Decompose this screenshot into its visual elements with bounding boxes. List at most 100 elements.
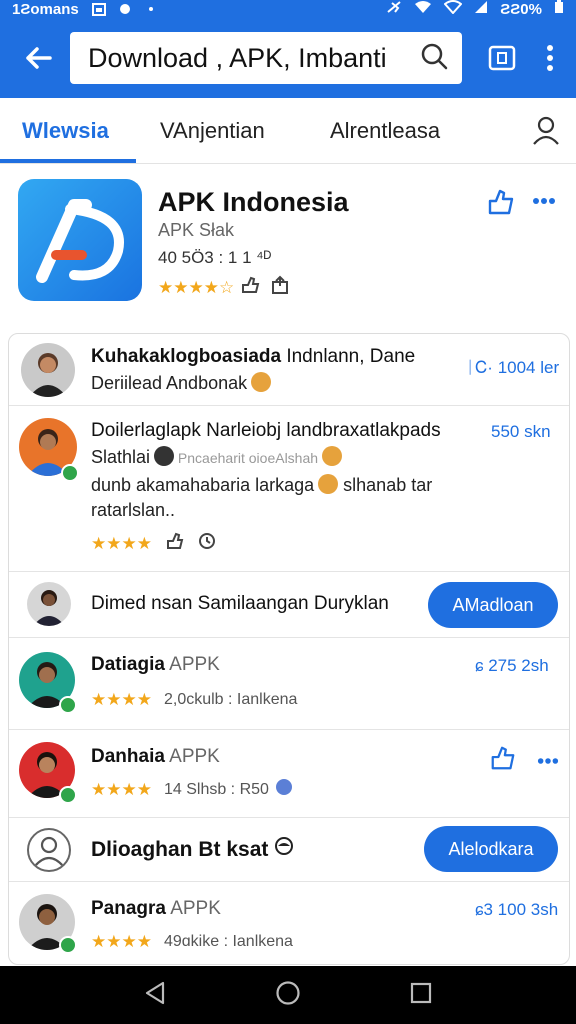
gallery-icon — [91, 2, 107, 16]
list-item[interactable]: Panagra APPK ɕ3 100 3sh ★★★★ 49ɑkike : I… — [9, 882, 569, 964]
globe-icon — [275, 778, 293, 801]
share-icon — [488, 189, 514, 215]
search-icon[interactable] — [420, 42, 448, 75]
back-nav-button[interactable] — [144, 981, 166, 1010]
emoji-icon — [274, 837, 294, 861]
action-button[interactable]: Alelodkara — [424, 826, 558, 872]
battery-icon — [554, 0, 564, 18]
row-meta-text: 49ɑkike : Ianlkena — [163, 933, 293, 950]
emoji-icon — [318, 474, 339, 494]
emoji-icon — [251, 372, 272, 392]
list-item[interactable]: Doilerlaglapk Narleiobj landbraxatlakpad… — [9, 406, 569, 572]
app-meta: 40 5Ö3 : 1 1 ⁴ᴰ — [158, 248, 272, 267]
more-vert-icon — [547, 45, 553, 71]
back-button[interactable] — [10, 30, 66, 86]
row-title: Kuhakaklogboasiada — [91, 346, 282, 367]
thumbs-icon — [240, 275, 260, 300]
avatar — [27, 582, 71, 626]
row-title: Dlioaghan Bt ksat — [91, 838, 269, 861]
app-rating: ★★★★☆ — [158, 275, 290, 300]
row-meta-text: 14 Slhsb : R50 — [163, 780, 269, 798]
row-line-3: dunb akamahabaria larkaga — [91, 475, 315, 495]
list-item[interactable]: Datiagia APPK ɕ 275 2sh ★★★★ 2,0ckulb : … — [9, 638, 569, 730]
account-icon[interactable] — [530, 114, 562, 146]
app-publisher: APK Słak — [158, 220, 235, 240]
share-box-icon — [270, 275, 290, 300]
emoji-icon — [154, 446, 175, 466]
row-title: Panagra — [91, 898, 166, 919]
list-item[interactable]: Dlioaghan Bt ksat Alelodkara — [9, 818, 569, 882]
app-header: APK Indonesia APK Słak 40 5Ö3 : 1 1 ⁴ᴰ ★… — [0, 175, 576, 310]
row-title: Danhaia — [91, 746, 165, 767]
tab-vanjentian[interactable]: VAnjentian — [160, 118, 265, 144]
row-title: Doilerlaglapk Narleiobj landbraxatlakpad… — [91, 420, 441, 441]
row-title-tag: APPK — [165, 898, 221, 919]
notification-dot-icon — [117, 3, 133, 16]
overflow-menu-button[interactable] — [528, 36, 572, 80]
row-title: Datiagia — [91, 654, 165, 675]
row-title: Dimed nsan Samilaangan Duryklan — [91, 593, 389, 614]
cell-signal-icon — [474, 0, 488, 18]
list-item[interactable]: Danhaia APPK ★★★★ 14 Slhsb : R50 — [9, 730, 569, 818]
row-line-2-rest: Pncaeharit oioeAlshah — [174, 450, 319, 466]
tabs-button[interactable] — [480, 36, 524, 80]
rating-stars: ★★★★☆ — [158, 277, 235, 297]
more-options-button[interactable] — [532, 185, 562, 215]
recents-square-icon — [410, 982, 431, 1003]
app-logo[interactable] — [18, 179, 142, 301]
row-subtitle: Deriilead Andbonak — [91, 373, 248, 393]
system-nav-bar — [0, 966, 576, 1024]
airplane-icon — [386, 0, 402, 18]
emoji-icon — [322, 446, 343, 466]
home-circle-icon — [276, 980, 300, 1005]
more-horiz-icon[interactable] — [537, 752, 559, 770]
tab-bar: Wlewsia VAnjentian Alrentleasa — [0, 98, 576, 164]
rating-stars: ★★★★ — [91, 690, 152, 709]
row-title-tag: APPK — [164, 654, 220, 675]
back-triangle-icon — [146, 981, 165, 1004]
app-logo-icon — [36, 199, 124, 283]
search-query-text[interactable]: Download , APK, Imbanti — [88, 43, 420, 74]
row-size: ᛁᏟ· 1004 ler — [465, 358, 560, 377]
verified-badge-icon — [59, 936, 77, 954]
tab-switcher-icon — [488, 45, 516, 71]
row-title-rest: Indnlann, Dane — [281, 346, 416, 367]
action-button[interactable]: AMadloan — [428, 582, 558, 628]
rating-stars: ★★★★ — [91, 779, 152, 799]
thumbs-icon — [166, 532, 184, 555]
status-bar: 1Ƨomans ƧƧ0% — [0, 0, 576, 18]
tab-wlewsia[interactable]: Wlewsia — [22, 118, 109, 144]
small-dot-icon — [143, 3, 159, 16]
recents-nav-button[interactable] — [410, 982, 432, 1009]
tab-alrentleasa[interactable]: Alrentleasa — [330, 118, 440, 144]
verified-badge-icon — [61, 464, 79, 482]
home-nav-button[interactable] — [275, 980, 301, 1011]
row-line-4: ratarlslan.. — [91, 500, 176, 520]
reviews-card: Kuhakaklogboasiada Indnlann, Dane Deriil… — [8, 333, 570, 965]
share-icon[interactable] — [489, 744, 517, 777]
share-button[interactable] — [486, 187, 516, 217]
back-arrow-icon — [26, 47, 52, 69]
status-time: 1Ƨomans — [12, 0, 79, 18]
row-line-3-rest: slhanab tar — [338, 475, 433, 495]
app-title: APK Indonesia — [158, 187, 349, 217]
app-bar: Download , APK, Imbanti — [0, 18, 576, 98]
row-size: ɕ3 100 3sh — [475, 900, 559, 919]
active-tab-indicator — [0, 159, 136, 163]
avatar — [21, 343, 75, 397]
clock-icon — [198, 532, 216, 555]
more-horiz-icon — [533, 198, 555, 204]
verified-badge-icon — [59, 696, 77, 714]
row-size: ɕ 275 2sh — [475, 656, 549, 675]
row-meta-text: 2,0ckulb : Ianlkena — [163, 691, 298, 708]
row-title-tag: APPK — [164, 746, 220, 767]
battery-percent: ƧƧ0% — [500, 0, 542, 18]
verified-badge-icon — [59, 786, 77, 804]
signal-wifi-icon — [443, 0, 463, 18]
rating-stars: ★★★★ — [91, 932, 152, 951]
list-item[interactable]: Kuhakaklogboasiada Indnlann, Dane Deriil… — [9, 334, 569, 406]
row-size: 550 skn — [491, 422, 551, 441]
list-item[interactable]: Dimed nsan Samilaangan Duryklan AMadloan — [9, 572, 569, 638]
search-input[interactable]: Download , APK, Imbanti — [70, 32, 462, 84]
wifi-icon — [414, 0, 432, 18]
